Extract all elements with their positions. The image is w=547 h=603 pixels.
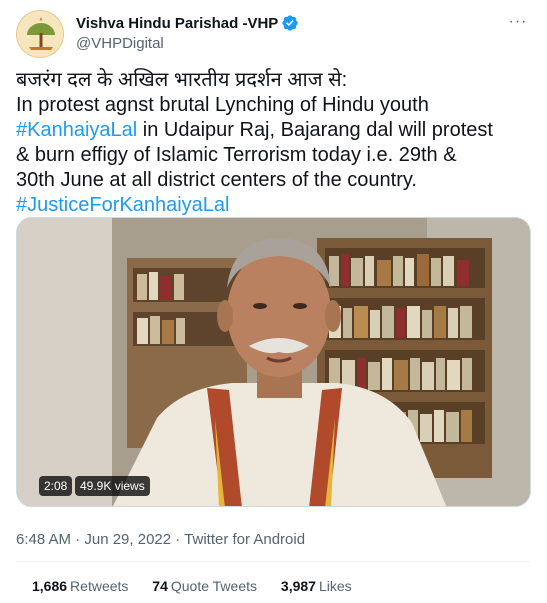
likes-label: Likes bbox=[318, 578, 352, 594]
verified-badge-icon bbox=[281, 14, 299, 32]
tweet-card: Vishva Hindu Parishad -VHP @VHPDigital ·… bbox=[0, 0, 547, 603]
avatar[interactable] bbox=[16, 10, 64, 58]
tweet-timestamp[interactable]: 6:48 AM · Jun 29, 2022 · Twitter for And… bbox=[16, 531, 305, 548]
tweet-line-hindi: बजरंग दल के अखिल भारतीय प्रदर्शन आज से: bbox=[16, 69, 348, 91]
likes-count: 3,987 bbox=[280, 578, 316, 594]
video-duration-badge: 2:08 bbox=[39, 476, 73, 496]
retweets-stat[interactable]: 1,686 Retweets bbox=[32, 578, 128, 594]
quote-tweets-count: 74 bbox=[152, 578, 168, 594]
tweet-line-5: 30th June at all district centers of the… bbox=[16, 169, 417, 191]
tweet-header: Vishva Hindu Parishad -VHP @VHPDigital ·… bbox=[16, 10, 531, 60]
handle[interactable]: @VHPDigital bbox=[76, 35, 164, 52]
more-options-icon[interactable]: ··· bbox=[507, 14, 529, 34]
retweets-count: 1,686 bbox=[32, 578, 68, 594]
engagement-stats: 1,686 Retweets 74 Quote Tweets 3,987 Likes bbox=[32, 578, 372, 594]
tweet-line-2: In protest agnst brutal Lynching of Hind… bbox=[16, 94, 429, 116]
tweet-line-3: #KanhaiyaLal in Udaipur Raj, Bajarang da… bbox=[16, 118, 531, 143]
likes-stat[interactable]: 3,987 Likes bbox=[281, 578, 352, 594]
tweet-line-4: & burn effigy of Islamic Terrorism today… bbox=[16, 144, 457, 166]
divider bbox=[16, 561, 531, 562]
hashtag-kanhaiyalal[interactable]: #KanhaiyaLal bbox=[16, 119, 137, 141]
quote-tweets-label: Quote Tweets bbox=[170, 578, 258, 594]
hashtag-justiceforkanhaiyalal[interactable]: #JusticeForKanhaiyaLal bbox=[16, 193, 531, 218]
display-name[interactable]: Vishva Hindu Parishad -VHP bbox=[76, 15, 278, 32]
vhp-logo-icon bbox=[17, 11, 63, 57]
video-thumbnail bbox=[17, 218, 530, 506]
video-player[interactable]: 2:08 49.9K views bbox=[16, 217, 531, 507]
tweet-line-3-rest: in Udaipur Raj, Bajarang dal will protes… bbox=[137, 119, 493, 141]
video-views-badge: 49.9K views bbox=[75, 476, 150, 496]
retweets-label: Retweets bbox=[70, 578, 129, 594]
quote-tweets-stat[interactable]: 74 Quote Tweets bbox=[152, 578, 257, 594]
tweet-text: बजरंग दल के अखिल भारतीय प्रदर्शन आज से: … bbox=[16, 68, 531, 218]
name-row: Vishva Hindu Parishad -VHP bbox=[76, 14, 299, 32]
